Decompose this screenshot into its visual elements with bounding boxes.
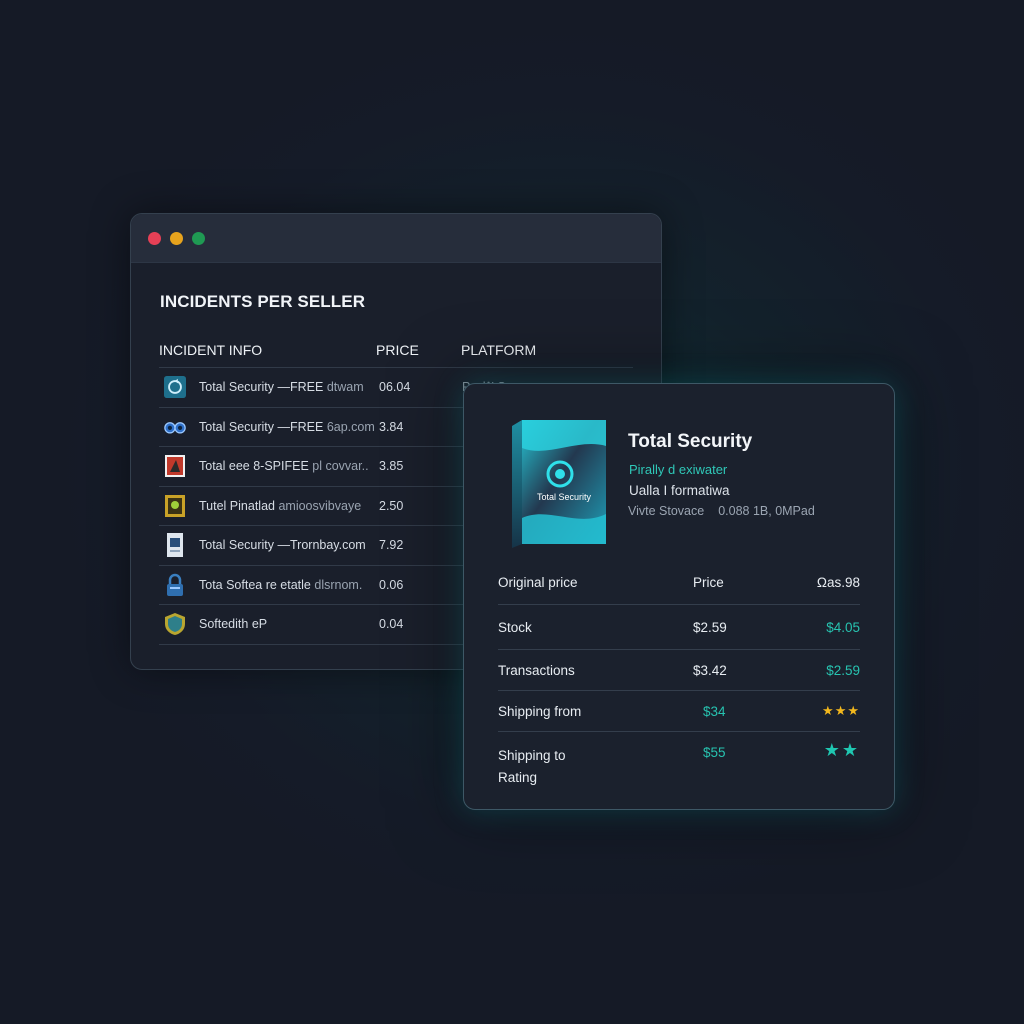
product-box-image: Total Security [512, 420, 606, 548]
spec-row-shipping-to: Shipping to Rating $55 ★★ [498, 732, 860, 794]
spec-row-original-price: Original price Price Ωas.98 [498, 562, 860, 605]
row-info: Total Security —FREE [199, 380, 324, 394]
spec-row-shipping-from: Shipping from $34 ★★★ [498, 691, 860, 732]
row-info: Total Security —Trornbay.com [199, 538, 366, 552]
product-detail-card: Total Security Total Security Pirally d … [463, 383, 895, 810]
rating-stars-gold: ★★★ [822, 703, 860, 719]
row-info-dim: dtwam [326, 380, 364, 394]
row-info-dim: amioosvibvaye [278, 498, 362, 513]
product-spec-table: Original price Price Ωas.98 Stock $2.59 … [498, 562, 860, 794]
spec-value-accent: $55 [703, 745, 726, 760]
row-info-dim: dlsrnom. [314, 577, 363, 592]
product-meta: Vivte Stovace 0.088 1B, 0MPad [628, 504, 815, 518]
window-titlebar [131, 214, 661, 263]
spec-label: Shipping to [498, 748, 566, 763]
spec-value-accent: $34 [703, 704, 726, 719]
spec-row-stock: Stock $2.59 $4.05 [498, 605, 860, 650]
spec-value-original: Ωas.98 [816, 575, 860, 590]
spec-value-price: Price [693, 575, 724, 590]
star-icon: ★ [823, 740, 842, 760]
row-info-dim: 6ap.com [326, 419, 375, 434]
minimize-window-button[interactable] [170, 231, 183, 245]
spec-label: Original price [498, 575, 578, 590]
shield-icon [164, 612, 186, 636]
rating-stars-teal: ★★ [824, 740, 860, 761]
row-info-dim: pl covvar.. [312, 459, 369, 473]
row-price: 0.06 [379, 577, 404, 592]
product-meta-left: Vivte Stovace [628, 504, 705, 518]
row-price: 3.84 [379, 419, 404, 434]
row-info: Softedith eP [199, 617, 268, 631]
row-info: Total Security —FREE [199, 419, 324, 434]
box-label: Total Security [537, 492, 592, 502]
column-header-info[interactable]: INCIDENT INFO [159, 342, 262, 358]
row-price: 7.92 [379, 538, 404, 552]
lock-icon [164, 573, 186, 597]
column-header-platform[interactable]: PLATFORM [461, 342, 536, 358]
spec-row-transactions: Transactions $3.42 $2.59 [498, 650, 860, 691]
product-description: Ualla I formatiwa [629, 483, 730, 498]
star-icon: ★ [847, 703, 860, 718]
product-title: Total Security [628, 431, 753, 452]
product-meta-right: 0.088 1B, 0MPad [718, 504, 815, 518]
spec-value: $3.42 [693, 663, 727, 678]
spec-label: Transactions [498, 663, 575, 678]
spec-label: Shipping from [498, 704, 582, 719]
spec-value-accent: $2.59 [826, 663, 860, 678]
maximize-window-button[interactable] [192, 231, 205, 245]
table-header: INCIDENT INFO PRICE PLATFORM [159, 342, 629, 366]
star-icon: ★ [841, 740, 860, 760]
row-price: 06.04 [379, 380, 411, 394]
spec-label-secondary: Rating [498, 770, 538, 785]
software-box-icon [164, 454, 186, 478]
document-icon [164, 533, 186, 557]
product-subtitle: Pirally d exiwater [629, 462, 728, 477]
row-info: Tutel Pinatlad [199, 498, 275, 513]
close-window-button[interactable] [148, 231, 161, 245]
refresh-circle-icon [164, 375, 186, 399]
star-icon: ★ [822, 703, 835, 718]
spec-label: Stock [498, 620, 532, 635]
binoculars-icon [164, 415, 186, 439]
column-header-price[interactable]: PRICE [376, 342, 419, 358]
row-price: 3.85 [379, 459, 404, 473]
row-info: Tota Softea re etatle [199, 577, 311, 592]
spec-value: $2.59 [693, 620, 727, 635]
star-icon: ★ [834, 703, 848, 718]
spec-value-accent: $4.05 [826, 620, 860, 635]
row-price: 2.50 [379, 498, 404, 513]
table-title: INCIDENTS PER SELLER [160, 292, 366, 311]
row-price: 0.04 [379, 617, 404, 631]
badge-icon [164, 494, 186, 518]
row-info: Total eee 8-SPIFEE [199, 459, 309, 473]
